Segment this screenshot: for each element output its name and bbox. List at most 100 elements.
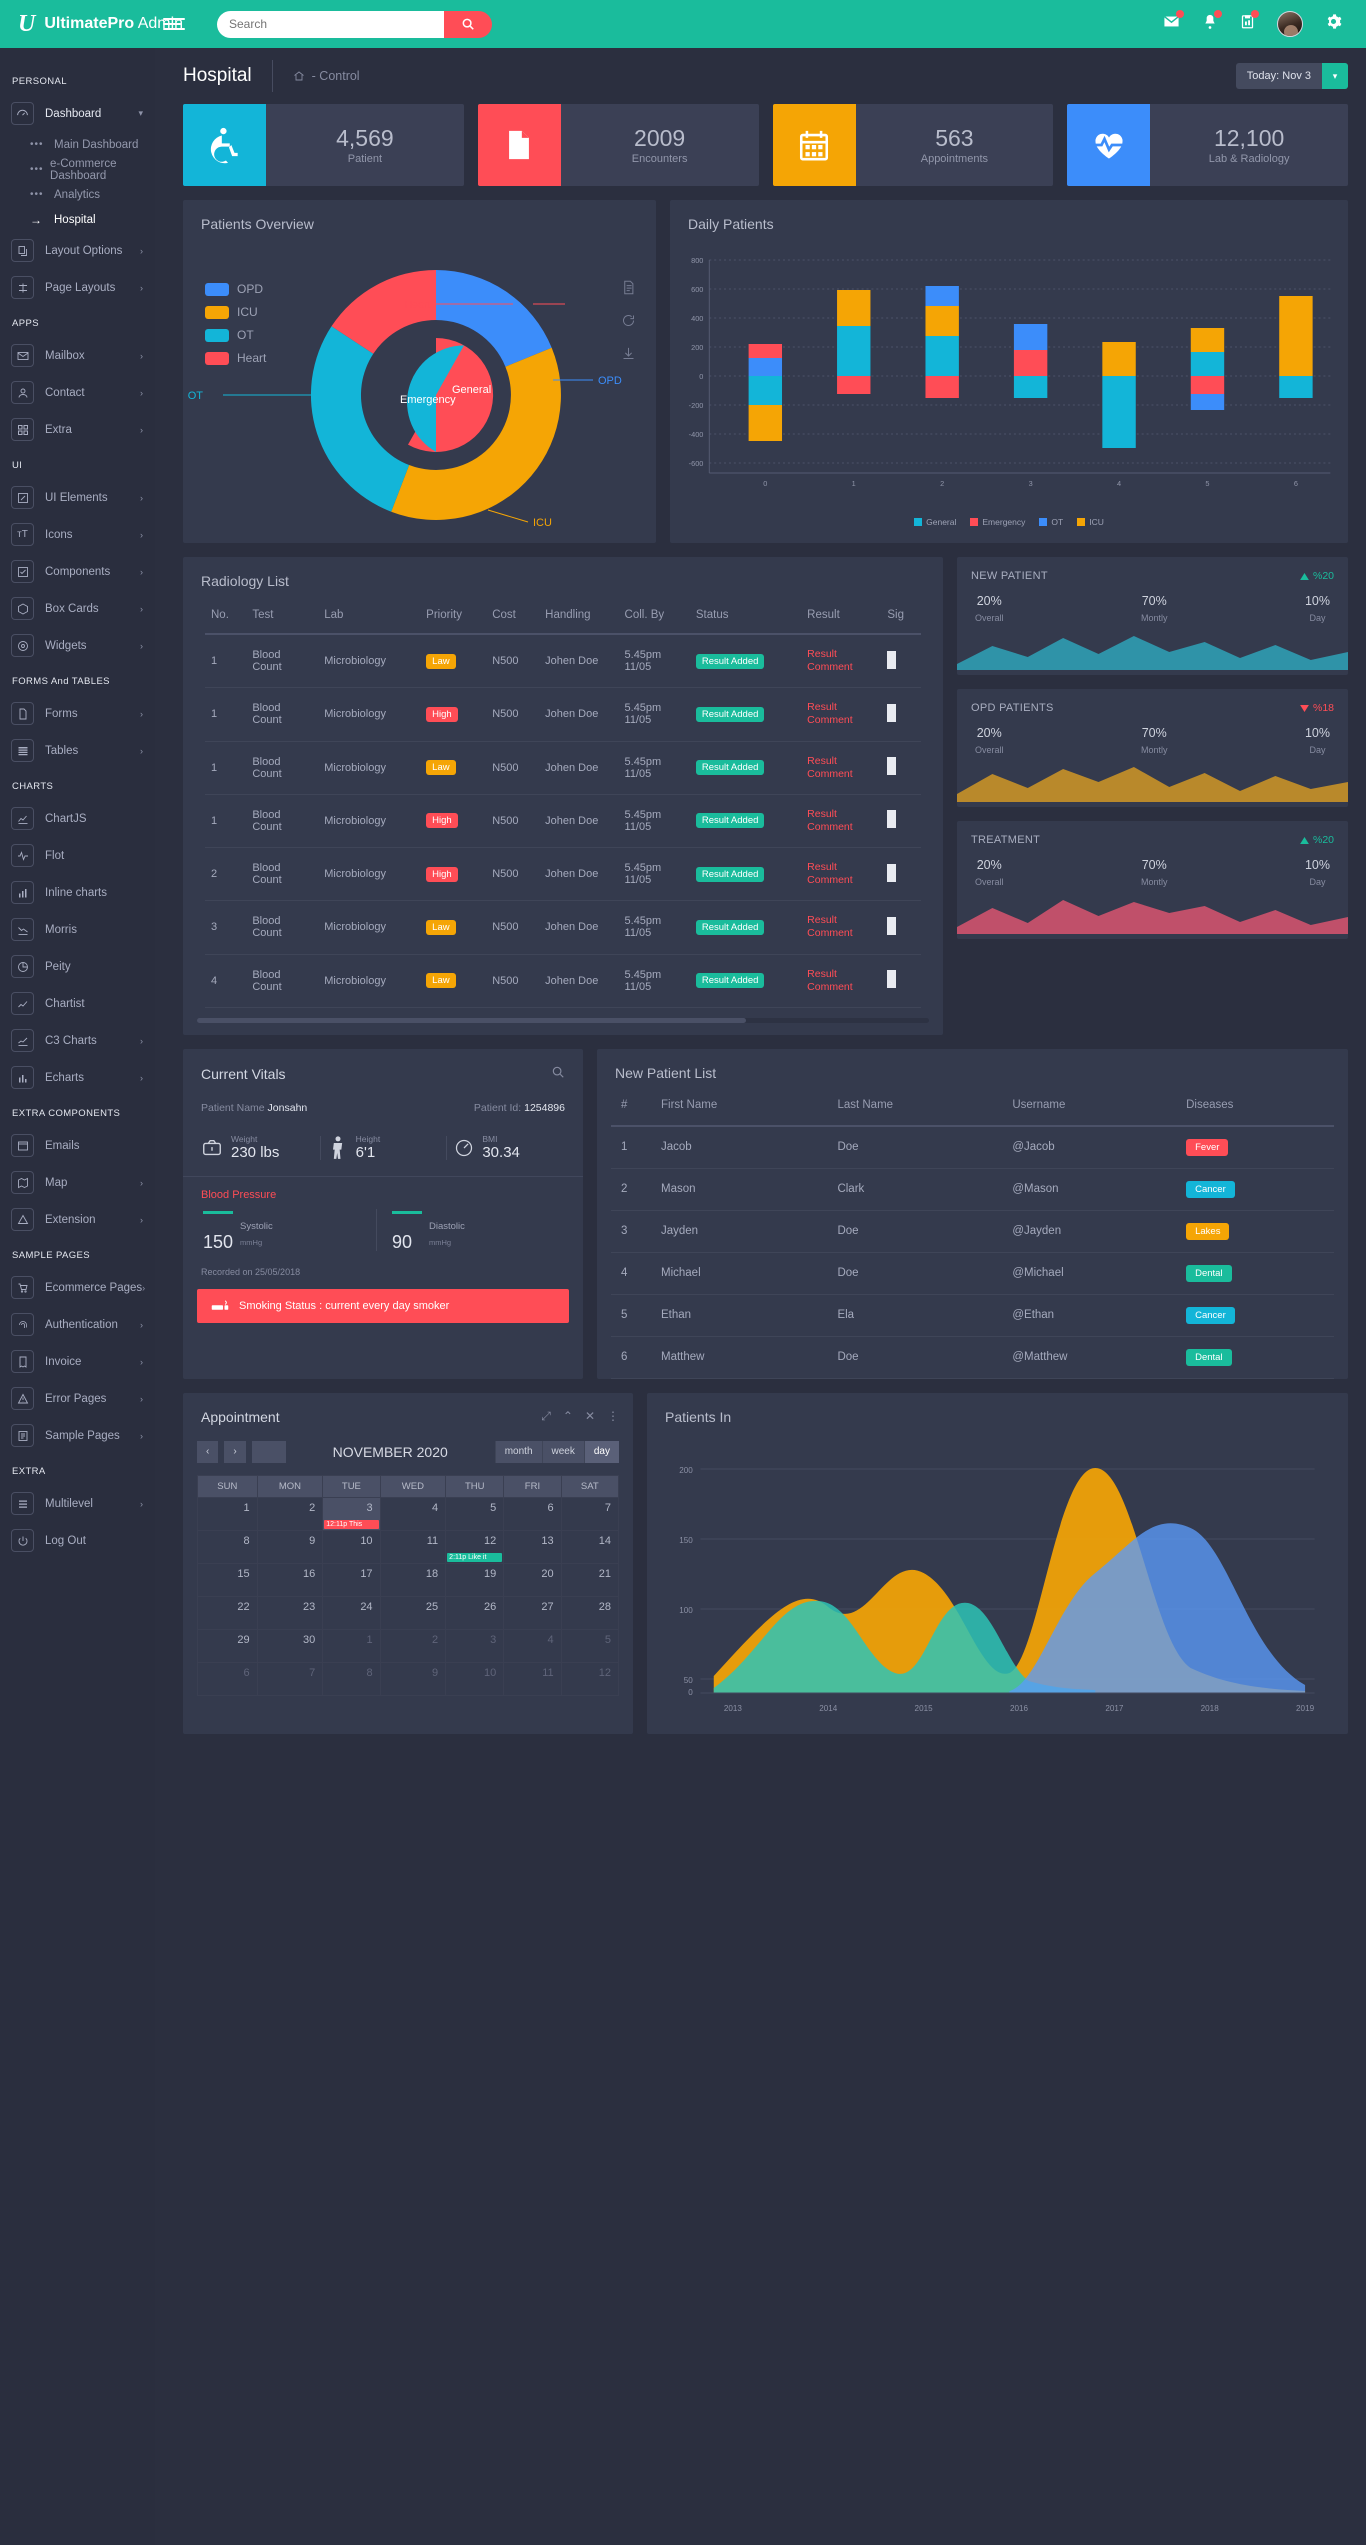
sidebar-item-mailbox[interactable]: Mailbox › bbox=[0, 337, 155, 374]
sidebar-item-hospital[interactable]: → Hospital bbox=[0, 207, 155, 232]
legend-item[interactable]: General bbox=[914, 517, 956, 527]
brand[interactable]: U UltimatePro Admin bbox=[0, 0, 183, 48]
table-row[interactable]: 2 Mason Clark @Mason Cancer bbox=[611, 1168, 1334, 1211]
calendar-day-cell[interactable]: 2 bbox=[379, 1628, 447, 1663]
calendar-day-cell[interactable]: 11 bbox=[503, 1661, 562, 1696]
calendar-day-cell[interactable]: 9 bbox=[256, 1529, 324, 1564]
result-comment-link[interactable]: Result Comment bbox=[807, 755, 853, 781]
horizontal-scrollbar[interactable] bbox=[197, 1017, 929, 1023]
chevron-down-icon[interactable]: ▾ bbox=[1322, 63, 1348, 89]
sidebar-item-logout[interactable]: Log Out bbox=[0, 1522, 155, 1559]
table-row[interactable]: 2 Blood Count Microbiology High N500 Johen Do… bbox=[205, 847, 921, 902]
calendar-day-cell[interactable]: 30 bbox=[256, 1628, 324, 1663]
legend-item[interactable]: ICU bbox=[1077, 517, 1104, 527]
avatar[interactable] bbox=[1277, 11, 1303, 37]
sidebar-item-main-dashboard[interactable]: ••• Main Dashboard bbox=[0, 132, 155, 157]
sidebar-item-inline-charts[interactable]: Inline charts bbox=[0, 874, 155, 911]
cell-result[interactable]: Result Comment bbox=[801, 634, 882, 689]
sidebar-item-layout-options[interactable]: Layout Options › bbox=[0, 232, 155, 269]
sidebar-item-echarts[interactable]: Echarts › bbox=[0, 1059, 155, 1096]
sidebar-item-components[interactable]: Components › bbox=[0, 553, 155, 590]
sidebar-item-widgets[interactable]: Widgets › bbox=[0, 627, 155, 664]
sidebar-item-extra-apps[interactable]: Extra › bbox=[0, 411, 155, 448]
calendar-day-cell[interactable]: 25 bbox=[379, 1595, 447, 1630]
calendar-prev-button[interactable]: ‹ bbox=[197, 1440, 219, 1463]
sidebar-item-invoice[interactable]: Invoice › bbox=[0, 1343, 155, 1380]
calendar-day-cell[interactable]: 7 bbox=[560, 1496, 620, 1531]
result-comment-link[interactable]: Result Comment bbox=[807, 968, 853, 994]
sidebar-item-extension[interactable]: Extension › bbox=[0, 1201, 155, 1238]
calendar-day-cell[interactable]: 15 bbox=[197, 1562, 258, 1597]
table-row[interactable]: 1 Blood Count Microbiology Law N500 Johen Doe… bbox=[205, 634, 921, 689]
calendar-day-cell[interactable]: 11 bbox=[379, 1529, 447, 1564]
cell-result[interactable]: Result Comment bbox=[801, 847, 882, 902]
more-options-icon[interactable]: ⋮ bbox=[607, 1409, 619, 1424]
close-icon[interactable]: ✕ bbox=[585, 1409, 595, 1424]
legend-item[interactable]: OT bbox=[205, 328, 266, 342]
sidebar-item-chartist[interactable]: Chartist bbox=[0, 985, 155, 1022]
sidebar-item-emails[interactable]: Emails bbox=[0, 1127, 155, 1164]
calendar-day-cell[interactable]: 4 bbox=[503, 1628, 562, 1663]
calendar-event[interactable]: 2:11p Like it bbox=[447, 1552, 503, 1562]
expand-icon[interactable]: ⤢ bbox=[541, 1409, 551, 1424]
tasks-icon[interactable] bbox=[1240, 10, 1259, 35]
sidebar-item-forms[interactable]: Forms › bbox=[0, 695, 155, 732]
sidebar-item-map[interactable]: Map › bbox=[0, 1164, 155, 1201]
table-row[interactable]: 3 Jayden Doe @Jayden Lakes bbox=[611, 1210, 1334, 1253]
sidebar-item-box-cards[interactable]: Box Cards › bbox=[0, 590, 155, 627]
calendar-today-button[interactable] bbox=[251, 1440, 286, 1463]
calendar-day-cell[interactable]: 4 bbox=[379, 1496, 447, 1531]
table-row[interactable]: 4 Blood Count Microbiology Law N500 Johen Doe… bbox=[205, 954, 921, 1008]
sidebar-item-ecommerce-dashboard[interactable]: ••• e-Commerce Dashboard bbox=[0, 157, 155, 182]
calendar-day-cell[interactable]: 10 bbox=[322, 1529, 381, 1564]
calendar-day-cell[interactable]: 26 bbox=[445, 1595, 505, 1630]
sidebar-item-peity[interactable]: Peity bbox=[0, 948, 155, 985]
messages-icon[interactable] bbox=[1163, 10, 1184, 35]
calendar-day-cell[interactable]: 19 bbox=[445, 1562, 505, 1597]
calendar-view-week[interactable]: week bbox=[541, 1440, 584, 1463]
cell-result[interactable]: Result Comment bbox=[801, 954, 882, 1008]
calendar-day-cell[interactable]: 5 bbox=[445, 1496, 505, 1531]
table-row[interactable]: 6 Matthew Doe @Matthew Dental bbox=[611, 1336, 1334, 1379]
sidebar-item-morris[interactable]: Morris bbox=[0, 911, 155, 948]
calendar-day-cell[interactable]: 2 bbox=[256, 1496, 324, 1531]
result-comment-link[interactable]: Result Comment bbox=[807, 808, 853, 834]
settings-gear-icon[interactable] bbox=[1325, 13, 1342, 35]
sidebar-item-multilevel[interactable]: Multilevel › bbox=[0, 1485, 155, 1522]
calendar-day-cell[interactable]: 24 bbox=[322, 1595, 381, 1630]
calendar-day-cell[interactable]: 13 bbox=[503, 1529, 562, 1564]
table-row[interactable]: 3 Blood Count Microbiology Law N500 Johen Doe… bbox=[205, 900, 921, 955]
calendar-day-cell[interactable]: 29 bbox=[197, 1628, 258, 1663]
calendar-day-cell[interactable]: 6 bbox=[503, 1496, 562, 1531]
calendar-day-cell[interactable]: 1 bbox=[322, 1628, 381, 1663]
cell-result[interactable]: Result Comment bbox=[801, 741, 882, 795]
legend-item[interactable]: Heart bbox=[205, 351, 266, 365]
calendar-day-cell[interactable]: 7 bbox=[256, 1661, 324, 1696]
calendar-day-cell[interactable]: 21 bbox=[560, 1562, 620, 1597]
result-comment-link[interactable]: Result Comment bbox=[807, 861, 853, 887]
calendar-day-cell[interactable]: 3 12:11p This bbox=[322, 1496, 381, 1531]
sidebar-item-contact[interactable]: Contact › bbox=[0, 374, 155, 411]
sidebar-item-c3-charts[interactable]: C3 Charts › bbox=[0, 1022, 155, 1059]
calendar-day-cell[interactable]: 1 bbox=[197, 1496, 258, 1531]
calendar-day-cell[interactable]: 16 bbox=[256, 1562, 324, 1597]
sidebar-item-flot[interactable]: Flot bbox=[0, 837, 155, 874]
calendar-day-cell[interactable]: 10 bbox=[445, 1661, 505, 1696]
table-row[interactable]: 4 Michael Doe @Michael Dental bbox=[611, 1252, 1334, 1295]
legend-item[interactable]: ICU bbox=[205, 305, 266, 319]
cell-result[interactable]: Result Comment bbox=[801, 794, 882, 849]
calendar-view-month[interactable]: month bbox=[494, 1440, 542, 1463]
legend-item[interactable]: Emergency bbox=[970, 517, 1025, 527]
cell-result[interactable]: Result Comment bbox=[801, 900, 882, 955]
sidebar-item-authentication[interactable]: Authentication › bbox=[0, 1306, 155, 1343]
legend-item[interactable]: OPD bbox=[205, 282, 266, 296]
sidebar-item-tables[interactable]: Tables › bbox=[0, 732, 155, 769]
stat-card-patient[interactable]: 4,569 Patient bbox=[183, 104, 464, 186]
sidebar-item-dashboard[interactable]: Dashboard ▾ bbox=[0, 95, 155, 132]
calendar-next-button[interactable]: › bbox=[224, 1440, 246, 1463]
search-icon[interactable] bbox=[551, 1065, 565, 1084]
sidebar-item-chartjs[interactable]: ChartJS bbox=[0, 800, 155, 837]
stat-card-encounters[interactable]: 2009 Encounters bbox=[477, 104, 759, 186]
collapse-icon[interactable]: ⌃ bbox=[563, 1409, 573, 1424]
calendar-day-cell[interactable]: 22 bbox=[197, 1595, 258, 1630]
